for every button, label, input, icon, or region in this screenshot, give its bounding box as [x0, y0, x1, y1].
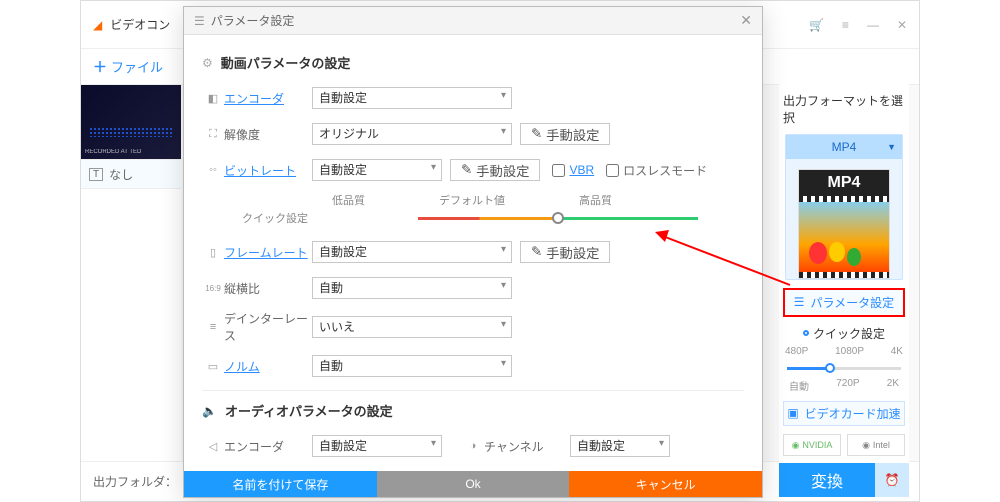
- deinterlace-label: デインターレース: [224, 310, 312, 344]
- encoder-label[interactable]: エンコーダ: [224, 90, 312, 107]
- subtitle-none-label: なし: [109, 166, 133, 183]
- aspect-icon: 16:9: [202, 284, 224, 293]
- parameter-settings-button[interactable]: ☰ パラメータ設定: [783, 288, 905, 317]
- q-480p: 480P: [785, 346, 808, 357]
- resolution-manual-button[interactable]: ✎手動設定: [520, 123, 610, 145]
- minimize-icon[interactable]: —: [867, 18, 879, 32]
- bitrate-label[interactable]: ビットレート: [224, 162, 312, 179]
- format-card-header[interactable]: MP4 ▼: [786, 135, 902, 159]
- close-icon[interactable]: ✕: [897, 18, 907, 32]
- speaker-icon: 🔈: [202, 404, 217, 418]
- q-1080p: 1080P: [835, 346, 864, 357]
- bitrate-manual-button[interactable]: ✎手動設定: [450, 159, 540, 181]
- bitrate-icon: ◦◦: [202, 164, 224, 176]
- intel-chip[interactable]: ◉Intel: [847, 434, 905, 456]
- framerate-select[interactable]: 自動設定: [312, 241, 512, 263]
- norm-select[interactable]: 自動: [312, 355, 512, 377]
- aspect-label: 縦横比: [224, 280, 312, 297]
- quick-settings: クイック設定 480P 1080P 4K 自動 720P 2K: [783, 325, 905, 393]
- dialog-title: パラメータ設定: [211, 12, 295, 29]
- quick-quality-slider[interactable]: [787, 367, 901, 370]
- file-list: T なし: [81, 85, 181, 461]
- q-low: 低品質: [332, 192, 365, 208]
- add-file-label: ファイル: [111, 57, 163, 76]
- video-encoder-select[interactable]: 自動設定: [312, 87, 512, 109]
- quick-settings-title: クイック設定: [813, 325, 885, 342]
- channel-icon: ◑: [462, 440, 484, 452]
- pencil-icon: ✎: [531, 126, 542, 142]
- video-bitrate-select[interactable]: 自動設定: [312, 159, 442, 181]
- save-as-button[interactable]: 名前を付けて保存: [184, 471, 377, 497]
- aspect-select[interactable]: 自動: [312, 277, 512, 299]
- app-title: ビデオコン: [110, 16, 170, 33]
- audio-encoder-label: エンコーダ: [224, 438, 312, 455]
- q-high: 高品質: [579, 192, 612, 208]
- video-thumbnail[interactable]: [81, 85, 181, 159]
- ok-button[interactable]: Ok: [377, 471, 570, 497]
- mp4-label: MP4: [799, 170, 889, 196]
- gpu-accel-button[interactable]: ▣ ビデオカード加速: [783, 401, 905, 426]
- output-folder-label: 出力フォルダ：: [93, 473, 177, 490]
- norm-label[interactable]: ノルム: [224, 358, 312, 375]
- lossless-checkbox[interactable]: ロスレスモード: [606, 162, 707, 179]
- pencil-icon: ✎: [461, 162, 472, 178]
- q-auto: 自動: [789, 378, 809, 393]
- dialog-titlebar: ☰ パラメータ設定 ✕: [184, 7, 762, 35]
- param-settings-label: パラメータ設定: [811, 294, 895, 311]
- channel-select[interactable]: 自動設定: [570, 435, 670, 457]
- framerate-icon: ▯: [202, 246, 224, 259]
- nvidia-chip[interactable]: ◉NVIDIA: [783, 434, 841, 456]
- pencil-icon: ✎: [531, 244, 542, 260]
- sliders-icon: ☰: [794, 295, 805, 309]
- chip-icon: ▣: [787, 406, 798, 420]
- deinterlace-select[interactable]: いいえ: [312, 316, 512, 338]
- video-section-title: 動画パラメータの設定: [221, 53, 351, 72]
- audio-section-title: オーディオパラメータの設定: [225, 401, 393, 420]
- dialog-close-button[interactable]: ✕: [740, 12, 752, 29]
- resolution-icon: ⛶: [202, 128, 224, 141]
- app-logo-icon: ◢: [93, 18, 102, 32]
- norm-icon: ▭: [202, 360, 224, 373]
- add-file-button[interactable]: ＋ ファイル: [93, 57, 163, 77]
- convert-button[interactable]: 変換: [779, 463, 875, 497]
- mp4-preview: MP4: [798, 169, 890, 279]
- vbr-checkbox[interactable]: VBR: [552, 163, 594, 177]
- format-card[interactable]: MP4 ▼ MP4: [785, 134, 903, 280]
- deinterlace-icon: ≡: [202, 321, 224, 333]
- subtitle-row[interactable]: T なし: [81, 159, 181, 189]
- plus-icon: ＋: [93, 57, 107, 77]
- nvidia-icon: ◉: [792, 440, 800, 451]
- audio-encoder-icon: ◁: [202, 440, 224, 453]
- parameter-dialog: ☰ パラメータ設定 ✕ ⚙ 動画パラメータの設定 ◧ エンコーダ 自動設定 ⛶ …: [183, 6, 763, 498]
- menu-icon[interactable]: ≡: [842, 18, 849, 32]
- bullet-icon: [803, 330, 809, 336]
- quality-slider[interactable]: [418, 208, 698, 228]
- clock-icon: ⏰: [885, 473, 900, 487]
- resolution-select[interactable]: オリジナル: [312, 123, 512, 145]
- framerate-manual-button[interactable]: ✎手動設定: [520, 241, 610, 263]
- settings-icon: ☰: [194, 14, 205, 28]
- q-720p: 720P: [836, 378, 859, 393]
- audio-encoder-select[interactable]: 自動設定: [312, 435, 442, 457]
- quick-setting-label: クイック設定: [242, 210, 308, 226]
- cart-icon[interactable]: 🛒: [809, 18, 824, 32]
- encoder-icon: ◧: [202, 92, 224, 105]
- q-2k: 2K: [887, 378, 899, 393]
- q-4k: 4K: [891, 346, 903, 357]
- resolution-label: 解像度: [224, 126, 312, 143]
- right-panel: 出力フォーマットを選択 MP4 ▼ MP4 ☰ パラメータ設定 クイック設定 4…: [779, 84, 909, 462]
- output-format-title: 出力フォーマットを選択: [783, 92, 905, 126]
- framerate-label[interactable]: フレームレート: [224, 244, 312, 261]
- q-default: デフォルト値: [439, 192, 505, 208]
- cancel-button[interactable]: キャンセル: [569, 471, 762, 497]
- subtitle-t-icon: T: [89, 168, 103, 181]
- gpu-label: ビデオカード加速: [805, 405, 901, 422]
- schedule-button[interactable]: ⏰: [875, 463, 909, 497]
- chevron-down-icon: ▼: [887, 142, 896, 152]
- format-name: MP4: [832, 140, 857, 154]
- gear-icon: ⚙: [202, 56, 213, 70]
- intel-icon: ◉: [862, 440, 870, 451]
- channel-label: チャンネル: [484, 438, 570, 455]
